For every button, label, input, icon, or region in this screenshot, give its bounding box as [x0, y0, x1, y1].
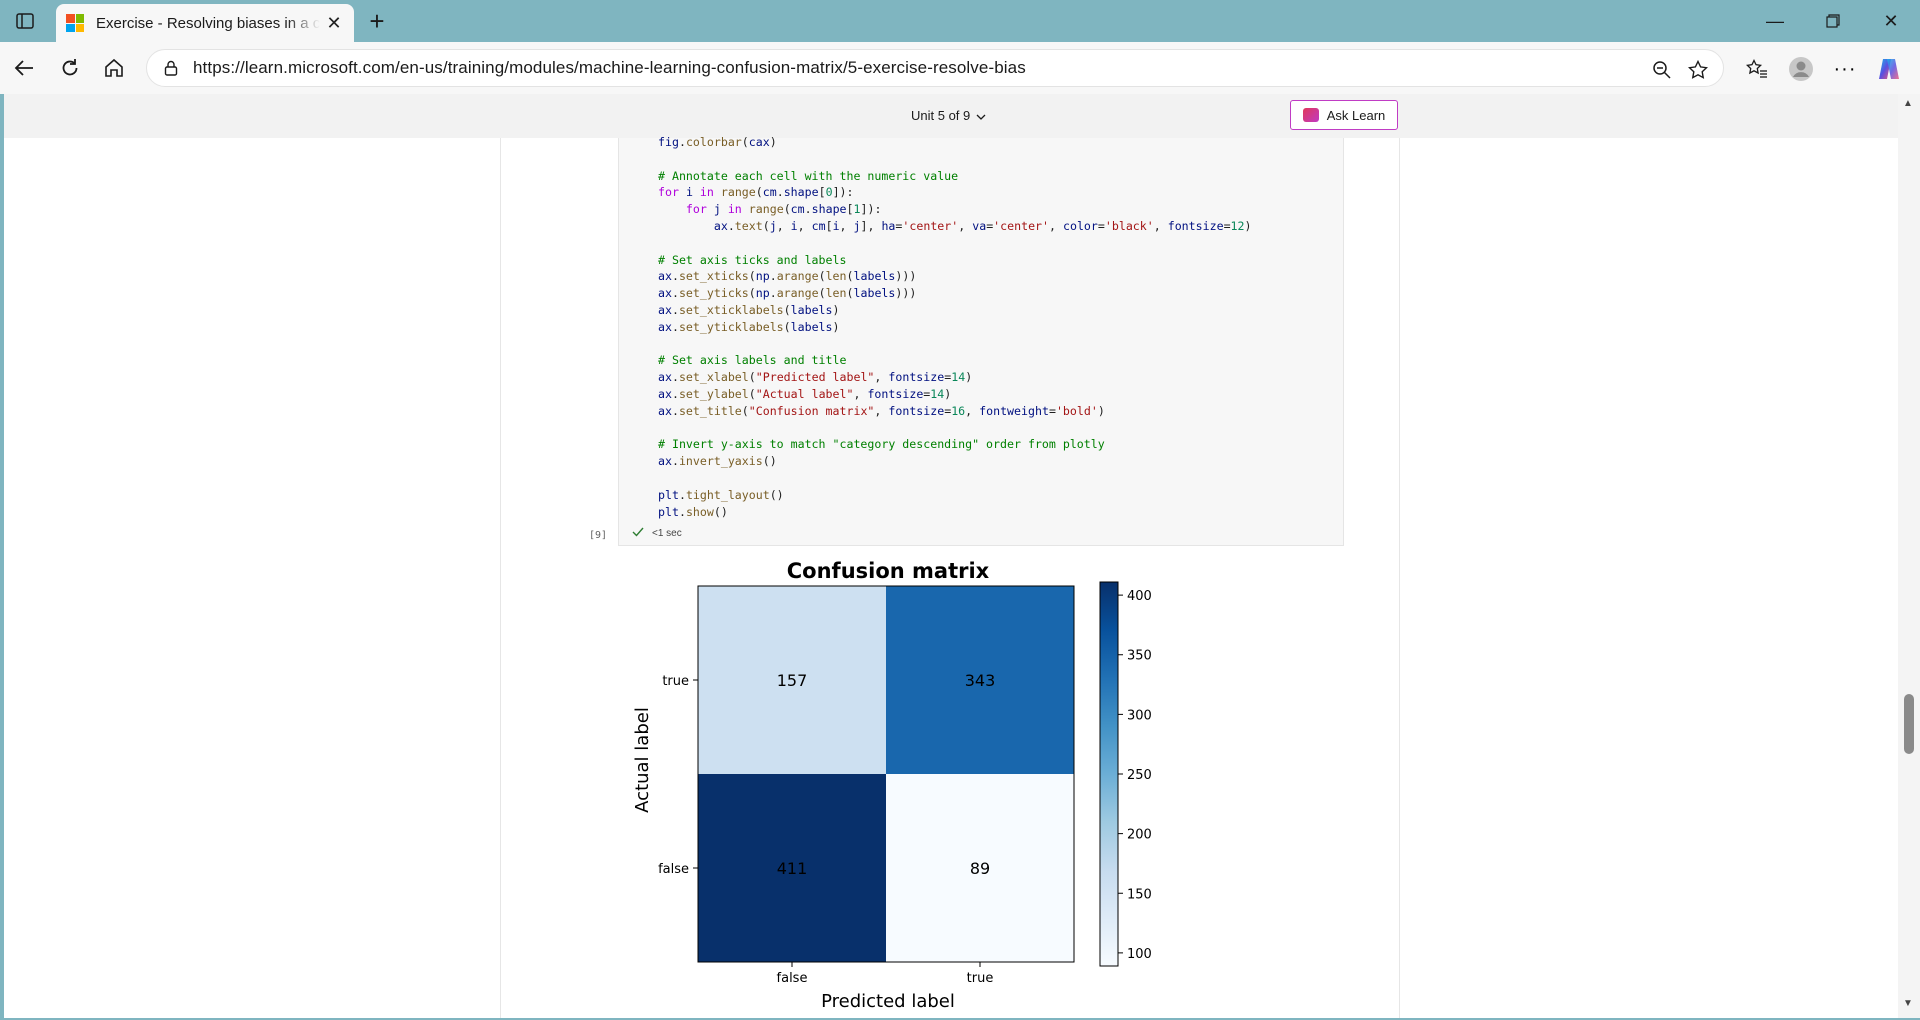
code-line: ax.set_xlabel("Predicted label", fontsiz… — [658, 370, 973, 385]
back-arrow-icon[interactable] — [8, 52, 40, 84]
code-line: ax.set_yticks(np.arange(len(labels))) — [658, 286, 917, 301]
minimize-icon[interactable]: — — [1746, 0, 1804, 42]
browser-tab[interactable]: Exercise - Resolving biases in a classif… — [56, 4, 354, 42]
scroll-down-arrow-icon[interactable]: ▼ — [1903, 998, 1913, 1009]
profile-avatar-icon[interactable] — [1786, 54, 1816, 84]
tab-title: Exercise - Resolving biases in a classif… — [96, 14, 320, 32]
execution-status: <1 sec — [632, 527, 682, 540]
cell-value-label: 157 — [777, 671, 808, 690]
colorbar-tick-label: 250 — [1127, 768, 1152, 783]
colorbar-tick-label: 150 — [1127, 887, 1152, 902]
execution-count: [9] — [589, 530, 608, 541]
code-line: ax.set_ylabel("Actual label", fontsize=1… — [658, 386, 952, 401]
cell-value-label: 343 — [965, 671, 996, 690]
x-tick-label: true — [967, 971, 994, 986]
refresh-icon[interactable] — [54, 52, 86, 84]
code-line: ax.set_yticklabels(labels) — [658, 319, 840, 334]
lock-icon[interactable] — [161, 58, 181, 78]
cell-value-label: 411 — [777, 859, 808, 878]
x-axis-label: Predicted label — [821, 991, 955, 1012]
confusion-matrix-chart: Confusion matrix Predicted label Actual … — [632, 559, 1152, 1012]
code-line: plt.show() — [658, 504, 728, 519]
scroll-up-arrow-icon[interactable]: ▲ — [1903, 98, 1913, 109]
plus-icon[interactable]: + — [362, 6, 392, 36]
colorbar-tick-label: 100 — [1127, 947, 1152, 962]
scroll-thumb[interactable] — [1904, 694, 1914, 754]
home-icon[interactable] — [98, 52, 130, 84]
address-bar[interactable]: https://learn.microsoft.com/en-us/traini… — [146, 49, 1724, 87]
url-text[interactable]: https://learn.microsoft.com/en-us/traini… — [193, 58, 1026, 78]
chart-title: Confusion matrix — [787, 559, 990, 583]
ask-learn-icon — [1302, 108, 1319, 122]
y-tick-label: false — [658, 862, 689, 877]
restore-icon[interactable] — [1804, 0, 1862, 42]
window-close-icon[interactable]: ✕ — [1862, 0, 1920, 42]
checkmark-icon — [632, 527, 644, 540]
colorbar — [1099, 581, 1119, 967]
unit-selector[interactable]: Unit 5 of 9 — [911, 108, 986, 123]
x-tick-label: false — [777, 971, 808, 986]
code-line: ax.set_title("Confusion matrix", fontsiz… — [658, 403, 1105, 418]
ask-learn-button[interactable]: Ask Learn — [1290, 100, 1398, 130]
code-line: ax.invert_yaxis() — [658, 454, 777, 469]
cell-value-label: 89 — [970, 859, 990, 878]
page-scrollbar[interactable]: ▲ ▼ — [1898, 94, 1920, 1018]
browser-toolbar: https://learn.microsoft.com/en-us/traini… — [0, 42, 1920, 94]
ask-learn-label: Ask Learn — [1326, 107, 1386, 123]
more-options-icon[interactable]: ··· — [1830, 54, 1860, 84]
browser-title-bar: Exercise - Resolving biases in a classif… — [0, 0, 1920, 42]
microsoft-logo-icon — [66, 14, 84, 32]
colorbar-tick-label: 350 — [1127, 649, 1152, 664]
code-line: ax.set_xticks(np.arange(len(labels))) — [658, 269, 917, 284]
colorbar-tick-label: 200 — [1127, 828, 1152, 843]
code-line: ax.set_xticklabels(labels) — [658, 302, 840, 317]
code-line: # Annotate each cell with the numeric va… — [658, 168, 959, 183]
code-line: for j in range(cm.shape[1]): — [685, 202, 882, 217]
close-icon[interactable]: ✕ — [324, 13, 344, 34]
sidebar-toggle-icon[interactable] — [12, 8, 38, 34]
copilot-icon[interactable] — [1874, 54, 1904, 84]
code-line: # Invert y-axis to match "category desce… — [658, 437, 1105, 452]
colorbar-tick-label: 300 — [1127, 708, 1152, 723]
code-editor[interactable]: fig.colorbar(cax) # Annotate each cell w… — [658, 134, 1252, 520]
chevron-down-icon — [976, 108, 986, 123]
y-tick-label: true — [662, 674, 689, 689]
favorite-star-icon[interactable] — [1687, 59, 1709, 81]
code-line: fig.colorbar(cax) — [658, 135, 777, 149]
code-line: plt.tight_layout() — [658, 487, 784, 502]
code-line: # Set axis ticks and labels — [658, 252, 847, 267]
unit-label: Unit 5 of 9 — [911, 108, 971, 123]
zoom-out-icon[interactable] — [1651, 59, 1673, 81]
code-line: # Set axis labels and title — [658, 353, 847, 368]
code-line: ax.text(j, i, cm[i, j], ha='center', va=… — [713, 218, 1252, 233]
colorbar-tick-label: 400 — [1127, 589, 1152, 604]
favorites-icon[interactable] — [1742, 54, 1772, 84]
execution-time: <1 sec — [652, 528, 682, 539]
unit-header: Unit 5 of 9 Ask Learn — [4, 94, 1898, 138]
y-axis-label: Actual label — [632, 707, 653, 813]
code-line: for i in range(cm.shape[0]): — [658, 185, 854, 200]
